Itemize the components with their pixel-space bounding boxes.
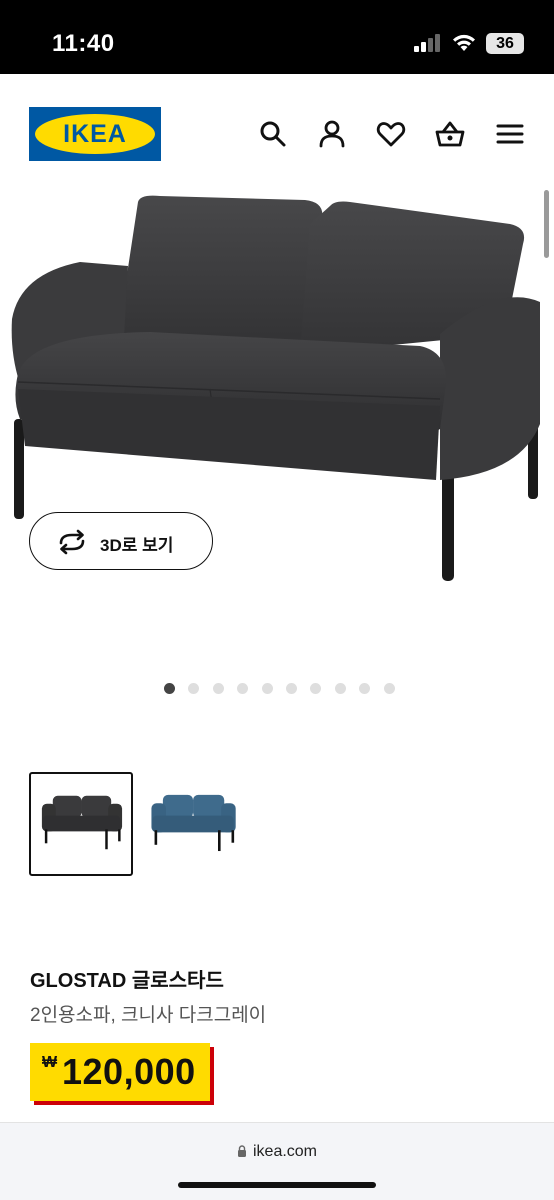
price-tag: ₩ 120,000 — [30, 1043, 210, 1101]
sofa-thumbnail-dark — [41, 795, 123, 850]
currency-symbol: ₩ — [42, 1054, 58, 1071]
carousel-dot[interactable] — [261, 683, 273, 694]
browser-address-bar[interactable]: ikea.com — [0, 1122, 554, 1200]
product-title: GLOSTAD 글로스타드 — [30, 970, 224, 992]
rotate-3d-icon — [59, 529, 85, 555]
carousel-dot[interactable] — [383, 683, 395, 694]
search-icon[interactable] — [257, 118, 289, 150]
variant-thumbnail-dark-grey[interactable] — [29, 772, 133, 876]
battery-indicator: 36 — [486, 33, 524, 54]
carousel-dot[interactable] — [359, 683, 371, 694]
status-time: 11:40 — [52, 30, 115, 57]
carousel-dot[interactable] — [164, 683, 175, 694]
menu-icon[interactable] — [494, 118, 526, 150]
ikea-logo[interactable]: IKEA — [29, 107, 161, 161]
product-subtitle: 2인용소파, 크니사 다크그레이 — [30, 1005, 267, 1026]
price-amount: 120,000 — [62, 1051, 196, 1092]
status-bar: 11:40 36 — [0, 0, 554, 74]
lock-icon — [237, 1145, 246, 1157]
variant-thumbnail-blue[interactable] — [140, 772, 244, 876]
view-3d-button[interactable]: 3D로 보기 — [29, 512, 213, 570]
site-header: IKEA — [0, 74, 554, 184]
logo-text: IKEA — [63, 120, 127, 148]
view-3d-label: 3D로 보기 — [100, 536, 174, 555]
carousel-dot[interactable] — [286, 683, 297, 694]
wifi-icon — [453, 34, 475, 51]
basket-icon[interactable] — [434, 118, 466, 150]
carousel-dot[interactable] — [188, 683, 200, 694]
carousel-dot[interactable] — [237, 683, 249, 694]
cellular-signal-icon — [414, 34, 440, 52]
home-indicator[interactable] — [178, 1182, 376, 1188]
carousel-dot[interactable] — [310, 683, 322, 694]
url-text: ikea.com — [252, 1143, 318, 1160]
sofa-thumbnail-blue — [151, 794, 236, 852]
url-container[interactable]: ikea.com — [0, 1143, 554, 1161]
user-icon[interactable] — [316, 118, 348, 150]
carousel-dot[interactable] — [334, 683, 346, 694]
carousel-dot[interactable] — [212, 683, 224, 694]
heart-icon[interactable] — [375, 118, 407, 150]
